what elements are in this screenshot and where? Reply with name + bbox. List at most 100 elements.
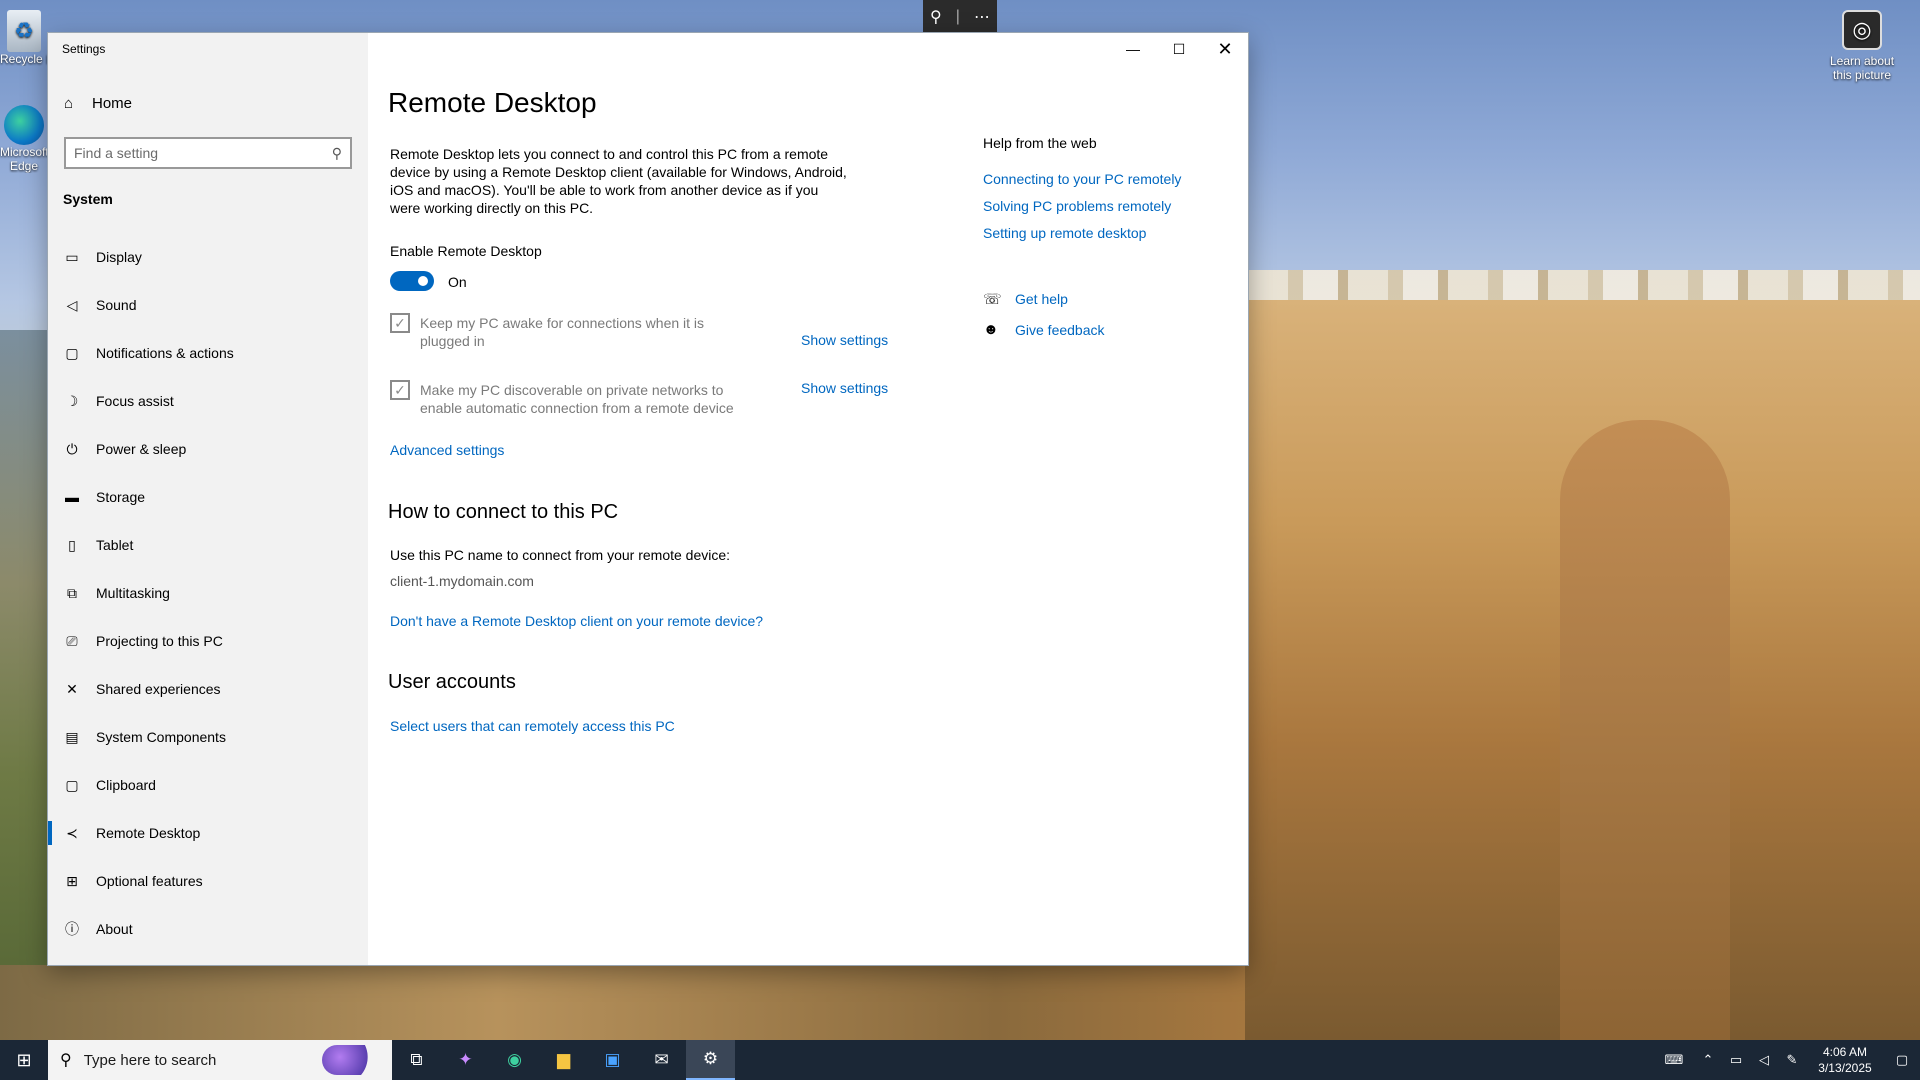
pc-name: client-1.mydomain.com xyxy=(390,573,534,589)
wallpaper-left xyxy=(0,330,48,965)
sidebar-item-projecting[interactable]: ⎚ Projecting to this PC xyxy=(48,617,368,665)
sidebar-item-about[interactable]: ⓘ About xyxy=(48,905,368,953)
edge-button[interactable]: ◉ xyxy=(490,1040,539,1080)
help-title: Help from the web xyxy=(983,135,1097,151)
nav-home[interactable]: ⌂ Home xyxy=(64,95,132,112)
sidebar-item-clipboard[interactable]: ▢ Clipboard xyxy=(48,761,368,809)
notification-icon: ▢ xyxy=(65,344,79,361)
network-icon[interactable]: ▭ xyxy=(1722,1052,1750,1068)
store-icon: ▣ xyxy=(604,1050,621,1069)
pen-icon[interactable]: ✎ xyxy=(1778,1052,1806,1068)
chevron-up-icon[interactable]: ⌃ xyxy=(1694,1052,1722,1068)
search-highlight-icon xyxy=(322,1045,382,1075)
action-center-icon[interactable]: ▢ xyxy=(1884,1052,1920,1068)
desktop-icon-recycle-bin[interactable]: ♻ Recycle Bin xyxy=(0,10,48,66)
copilot-button[interactable]: ✦ xyxy=(441,1040,490,1080)
keep-awake-checkbox[interactable]: ✓ xyxy=(390,313,410,333)
sidebar-item-sound[interactable]: ◁ Sound xyxy=(48,281,368,329)
sidebar-item-display[interactable]: ▭ Display xyxy=(48,233,368,281)
sidebar-item-focus-assist[interactable]: ☽ Focus assist xyxy=(48,377,368,425)
no-client-link[interactable]: Don't have a Remote Desktop client on yo… xyxy=(390,613,763,629)
get-help-link[interactable]: Get help xyxy=(1015,291,1068,307)
windows-icon: ⊞ xyxy=(16,1049,32,1070)
projecting-icon: ⎚ xyxy=(66,632,78,649)
help-link-solving[interactable]: Solving PC problems remotely xyxy=(983,198,1171,214)
sidebar-item-label: Projecting to this PC xyxy=(96,633,223,649)
select-users-link[interactable]: Select users that can remotely access th… xyxy=(390,718,675,734)
window-title: Settings xyxy=(62,42,106,56)
settings-taskbar-button[interactable]: ⚙ xyxy=(686,1040,735,1080)
zoom-icon[interactable]: ⚲ xyxy=(930,7,942,27)
connect-text: Use this PC name to connect from your re… xyxy=(390,547,731,563)
monitor-icon: ▭ xyxy=(65,248,79,265)
sidebar-item-label: Focus assist xyxy=(96,393,174,409)
sidebar-item-label: Notifications & actions xyxy=(96,345,234,361)
sidebar-item-label: Display xyxy=(96,249,142,265)
sidebar-item-notifications[interactable]: ▢ Notifications & actions xyxy=(48,329,368,377)
store-button[interactable]: ▣ xyxy=(588,1040,637,1080)
copilot-icon: ✦ xyxy=(458,1050,473,1069)
shared-icon: ✕ xyxy=(66,680,78,697)
toggle-state: On xyxy=(448,274,467,290)
taskbar-search-placeholder: Type here to search xyxy=(83,1051,217,1069)
task-view-button[interactable]: ⧉ xyxy=(392,1040,441,1080)
sidebar-item-label: Tablet xyxy=(96,537,134,553)
remote-desktop-icon: ≺ xyxy=(66,824,78,841)
sidebar-item-remote-desktop[interactable]: ≺ Remote Desktop xyxy=(48,809,368,857)
learn-about-picture[interactable]: ◎ Learn about this picture xyxy=(1820,10,1904,82)
clock-time: 4:06 AM xyxy=(1822,1045,1868,1059)
moon-icon: ☽ xyxy=(65,392,79,409)
gear-icon: ⚙ xyxy=(702,1049,719,1068)
show-settings-link-2[interactable]: Show settings xyxy=(801,380,888,396)
desktop-icon-edge[interactable]: Microsoft Edge xyxy=(0,105,48,173)
mail-button[interactable]: ✉ xyxy=(637,1040,686,1080)
sidebar-item-label: About xyxy=(96,921,133,937)
sidebar-item-tablet[interactable]: ▯ Tablet xyxy=(48,521,368,569)
give-feedback-row[interactable]: ☻ Give feedback xyxy=(983,321,1105,338)
keyboard-icon[interactable]: ⌨ xyxy=(1654,1052,1694,1068)
sidebar-item-multitasking[interactable]: ⧉ Multitasking xyxy=(48,569,368,617)
sidebar-item-label: Sound xyxy=(96,297,137,313)
mail-icon: ✉ xyxy=(654,1050,669,1069)
system-tray: ⌨ ⌃ ▭ ◁ ✎ 4:06 AM 3/13/2025 ▢ xyxy=(1654,1040,1920,1080)
sidebar-item-power-sleep[interactable]: ⏻ Power & sleep xyxy=(48,425,368,473)
info-icon: ⓘ xyxy=(65,921,79,937)
multitasking-icon: ⧉ xyxy=(67,584,77,601)
folder-icon: ▆ xyxy=(556,1050,571,1069)
discoverable-checkbox[interactable]: ✓ xyxy=(390,380,410,400)
search-icon: ⚲ xyxy=(331,144,342,161)
wallpaper-bridge xyxy=(1560,420,1730,1040)
sidebar-item-label: Storage xyxy=(96,489,146,505)
help-link-setting-up[interactable]: Setting up remote desktop xyxy=(983,225,1146,241)
sidebar-item-storage[interactable]: ▬ Storage xyxy=(48,473,368,521)
more-icon[interactable]: ⋯ xyxy=(974,7,990,27)
taskbar-search[interactable]: ⚲ Type here to search xyxy=(48,1040,392,1080)
sidebar-item-system-components[interactable]: ▤ System Components xyxy=(48,713,368,761)
connect-heading: How to connect to this PC xyxy=(388,501,619,523)
help-link-connecting[interactable]: Connecting to your PC remotely xyxy=(983,171,1181,187)
show-settings-link-1[interactable]: Show settings xyxy=(801,332,888,348)
sidebar-item-shared-experiences[interactable]: ✕ Shared experiences xyxy=(48,665,368,713)
home-icon: ⌂ xyxy=(64,95,74,112)
get-help-row[interactable]: ☏ Get help xyxy=(983,290,1068,308)
clock[interactable]: 4:06 AM 3/13/2025 xyxy=(1806,1044,1884,1076)
desktop-icon-label: Microsoft Edge xyxy=(0,145,48,173)
sidebar-item-label: Shared experiences xyxy=(96,681,221,697)
components-icon: ▤ xyxy=(65,728,79,745)
file-explorer-button[interactable]: ▆ xyxy=(539,1040,588,1080)
search-input[interactable]: Find a setting ⚲ xyxy=(64,137,352,169)
sidebar-item-optional-features[interactable]: ⊞ Optional features xyxy=(48,857,368,905)
divider: | xyxy=(955,8,960,25)
give-feedback-link[interactable]: Give feedback xyxy=(1015,322,1105,338)
page-title: Remote Desktop xyxy=(388,87,597,118)
sidebar-item-label: Multitasking xyxy=(96,585,170,601)
storage-icon: ▬ xyxy=(65,489,79,505)
volume-icon[interactable]: ◁ xyxy=(1750,1052,1778,1068)
enable-remote-desktop-toggle[interactable] xyxy=(390,271,434,291)
nav-list: ▭ Display ◁ Sound ▢ Notifications & actions… xyxy=(48,233,368,953)
advanced-settings-link[interactable]: Advanced settings xyxy=(390,442,504,458)
start-button[interactable]: ⊞ xyxy=(0,1040,48,1080)
settings-window: Settings ⌂ Home Find a setting ⚲ System … xyxy=(48,33,1248,965)
feedback-icon: ☻ xyxy=(983,321,999,338)
recycle-bin-icon: ♻ xyxy=(7,10,41,52)
